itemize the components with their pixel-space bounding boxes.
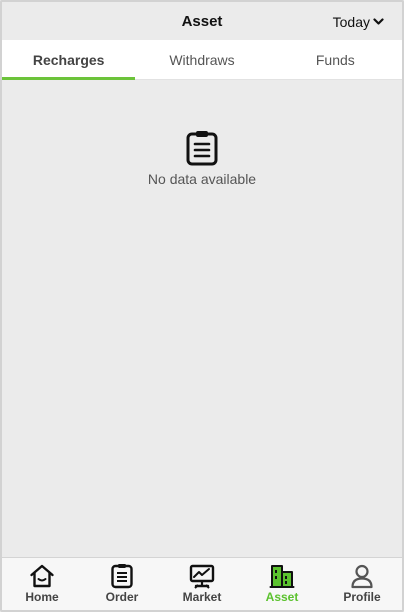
clipboard-list-icon [186,131,218,166]
tab-withdraws[interactable]: Withdraws [135,40,268,79]
profile-icon [351,564,373,589]
nav-label-market: Market [182,590,222,604]
nav-item-home[interactable]: Home [2,558,82,610]
period-dropdown[interactable]: Today [333,14,384,30]
nav-label-home: Home [25,590,59,604]
asset-tabs: Recharges Withdraws Funds [2,40,402,80]
nav-item-profile[interactable]: Profile [322,558,402,610]
tab-recharges[interactable]: Recharges [2,40,136,80]
empty-state-message: No data available [147,171,257,187]
nav-item-market[interactable]: Market [162,558,242,610]
home-icon [30,564,54,588]
nav-label-profile: Profile [343,590,381,604]
nav-item-order[interactable]: Order [82,558,162,610]
order-icon [111,564,133,589]
nav-label-asset: Asset [265,590,299,604]
empty-state: No data available [2,130,402,187]
chevron-down-icon [373,18,384,25]
period-label: Today [332,14,370,30]
nav-label-order: Order [105,590,139,604]
bottom-navigation: Home Order Market Asset Profile [2,557,402,610]
app-frame [0,0,404,612]
market-chart-icon [189,564,215,589]
header-bar: Asset Today [2,2,402,40]
asset-buildings-icon [269,565,295,588]
nav-item-asset[interactable]: Asset [242,558,322,610]
tab-funds[interactable]: Funds [269,40,402,79]
